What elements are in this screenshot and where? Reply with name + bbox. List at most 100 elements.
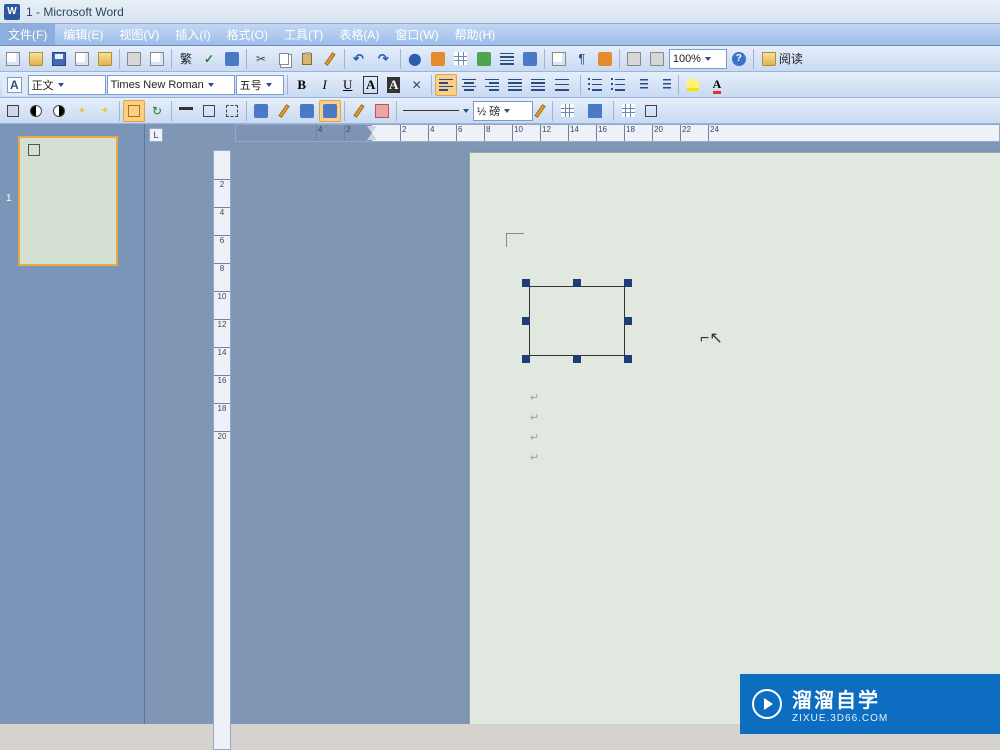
wrap-button[interactable] [221,100,243,122]
menu-table[interactable]: 表格(A) [331,24,387,45]
hyperlink-button[interactable]: ⬤ [404,48,426,70]
resize-handle-n[interactable] [573,279,581,287]
draw-table-button[interactable] [348,100,370,122]
char-shading-button[interactable]: A [383,74,405,96]
menu-tools[interactable]: 工具(T) [276,24,331,45]
mail-button[interactable] [94,48,116,70]
transparency-button[interactable] [273,100,295,122]
hanging-indent-marker[interactable] [367,133,377,140]
preview-button[interactable] [146,48,168,70]
excel-button[interactable] [473,48,495,70]
align-left-button[interactable] [435,74,457,96]
zoom-out-button[interactable] [623,48,645,70]
open-button[interactable] [25,48,47,70]
resize-handle-e[interactable] [624,317,632,325]
underline-button[interactable]: U [337,74,359,96]
indent-button[interactable] [653,74,675,96]
menu-view[interactable]: 视图(V) [111,24,167,45]
format-painter-button[interactable] [319,48,341,70]
format-pic-button[interactable] [250,100,272,122]
italic-button[interactable]: I [314,74,336,96]
insert-table-button[interactable] [450,48,472,70]
contrast-button[interactable] [25,100,47,122]
resize-handle-ne[interactable] [624,279,632,287]
selected-tool-button[interactable] [319,100,341,122]
rotate-button[interactable]: ↻ [146,100,168,122]
resize-handle-w[interactable] [522,317,530,325]
align-right-button[interactable] [481,74,503,96]
compress-button[interactable] [198,100,220,122]
ruler-corner[interactable]: L [149,128,163,142]
show-marks-button[interactable]: ¶ [571,48,593,70]
horizontal-ruler[interactable]: 4224681012141618202224 [235,124,1000,142]
read-mode-button[interactable]: 阅读 [757,48,808,70]
fill-color-button[interactable] [2,100,24,122]
resize-handle-se[interactable] [624,355,632,363]
menu-edit[interactable]: 编辑(E) [55,24,111,45]
document-page[interactable]: ⌐↖ ↵ ↵ ↵ ↵ [469,152,1000,724]
selected-rectangle-shape[interactable] [522,279,632,363]
paste-button[interactable] [296,48,318,70]
spellcheck-button[interactable]: ✓ [198,48,220,70]
eraser-button[interactable] [371,100,393,122]
undo-button[interactable]: ↶ [348,48,372,70]
size-dropdown[interactable]: 五号 [236,75,284,95]
merge-cells-button[interactable] [640,100,662,122]
zoom-dropdown[interactable]: 100% [669,49,727,69]
highlight-button[interactable] [682,74,707,96]
outdent-button[interactable] [630,74,652,96]
style-dropdown[interactable]: 正文 [28,75,106,95]
reset-pic-button[interactable] [296,100,318,122]
line-spacing-button[interactable] [550,74,577,96]
thick-line-button[interactable] [175,100,197,122]
first-line-indent-marker[interactable] [367,126,377,133]
char-border-button[interactable]: A [360,74,382,96]
page-thumbnail[interactable]: 1 [18,136,118,266]
phonetic-button[interactable]: ✕ [406,74,428,96]
resize-handle-sw[interactable] [522,355,530,363]
drawing-button[interactable] [519,48,541,70]
doc-map-button[interactable] [548,48,570,70]
distribute-button[interactable] [527,74,549,96]
brightness-button[interactable] [48,100,70,122]
research-button[interactable] [221,48,243,70]
menu-window[interactable]: 窗口(W) [387,24,446,45]
redo-button[interactable]: ↷ [373,48,397,70]
shading-button[interactable] [583,100,610,122]
cut-button[interactable]: ✂ [250,48,272,70]
help-button[interactable]: ? [728,48,750,70]
traditional-button[interactable]: 繁 [175,48,197,70]
vertical-ruler[interactable]: 2468101214161820 [213,150,231,750]
menu-insert[interactable]: 插入(I) [167,24,218,45]
permissions-button[interactable] [71,48,93,70]
columns-button[interactable] [496,48,518,70]
resize-handle-nw[interactable] [522,279,530,287]
tables-borders-button[interactable] [427,48,449,70]
save-button[interactable] [48,48,70,70]
bold-button[interactable]: B [291,74,313,96]
borders-button[interactable] [556,100,582,122]
align-center-button[interactable] [458,74,480,96]
resize-handle-s[interactable] [573,355,581,363]
font-color-button[interactable]: A [708,74,730,96]
number-list-button[interactable] [584,74,606,96]
star1-button[interactable]: ✦ [71,100,93,122]
line-weight-dropdown[interactable]: ½ 磅 [473,101,533,121]
justify-button[interactable] [504,74,526,96]
border-color-button[interactable] [534,100,549,122]
menu-file[interactable]: 文件(F) [0,24,55,45]
menu-format[interactable]: 格式(O) [219,24,276,45]
new-button[interactable] [2,48,24,70]
direction-button[interactable] [594,48,616,70]
bullet-list-button[interactable] [607,74,629,96]
font-dropdown[interactable]: Times New Roman [107,75,235,95]
crop-button[interactable] [123,100,145,122]
print-button[interactable] [123,48,145,70]
zoom-fit-button[interactable] [646,48,668,70]
styles-pane-button[interactable]: A [2,74,27,96]
menu-help[interactable]: 帮助(H) [447,24,504,45]
copy-button[interactable] [273,48,295,70]
star2-button[interactable]: ✦ [94,100,116,122]
insert-table2-button[interactable] [617,100,639,122]
line-style-dropdown[interactable] [400,101,472,121]
